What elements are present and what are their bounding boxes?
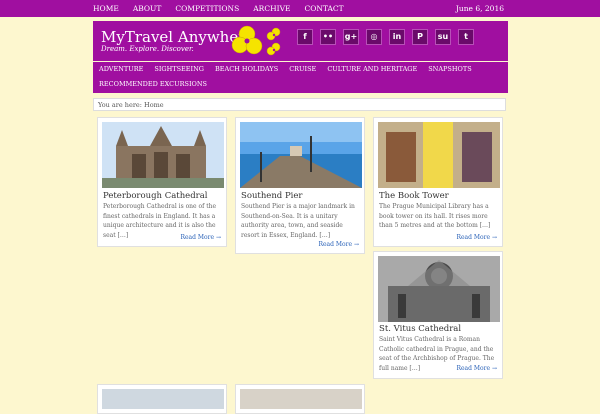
post-thumbnail[interactable] bbox=[240, 122, 362, 188]
nav-sightseeing[interactable]: SIGHTSEEING bbox=[154, 62, 204, 77]
top-nav-competitions[interactable]: COMPETITIONS bbox=[175, 0, 239, 17]
post-thumbnail[interactable] bbox=[378, 122, 500, 188]
nav-culture-and-heritage[interactable]: CULTURE AND HERITAGE bbox=[327, 62, 417, 77]
post-thumbnail[interactable] bbox=[240, 389, 362, 409]
post-title[interactable]: Peterborough Cathedral bbox=[103, 191, 208, 201]
google-plus-icon[interactable]: g+ bbox=[343, 29, 359, 45]
clover-logo-icon bbox=[231, 25, 281, 56]
post-title[interactable]: Southend Pier bbox=[241, 191, 302, 201]
stumbleupon-icon[interactable]: su bbox=[435, 29, 451, 45]
main-nav: ADVENTURE SIGHTSEEING BEACH HOLIDAYS CRU… bbox=[93, 62, 508, 93]
post-title[interactable]: The Book Tower bbox=[379, 191, 449, 201]
nav-adventure[interactable]: ADVENTURE bbox=[99, 62, 143, 77]
post-card: Southend Pier Southend Pier is a major l… bbox=[235, 117, 365, 254]
post-card: Peterborough Cathedral Peterborough Cath… bbox=[97, 117, 227, 247]
top-nav-about[interactable]: ABOUT bbox=[133, 0, 162, 17]
post-excerpt: Southend Pier is a major landmark in Sou… bbox=[241, 203, 355, 239]
post-thumbnail[interactable] bbox=[102, 122, 224, 188]
top-nav-contact[interactable]: CONTACT bbox=[304, 0, 343, 17]
post-card: The Book Tower The Prague Municipal Libr… bbox=[373, 117, 503, 247]
post-card bbox=[97, 384, 227, 414]
post-thumbnail[interactable] bbox=[102, 389, 224, 409]
facebook-icon[interactable]: f bbox=[297, 29, 313, 45]
post-card: St. Vitus Cathedral Saint Vitus Cathedra… bbox=[373, 251, 503, 379]
nav-cruise[interactable]: CRUISE bbox=[289, 62, 316, 77]
post-title[interactable]: St. Vitus Cathedral bbox=[379, 324, 461, 334]
site-tagline: Dream. Explore. Discover. bbox=[101, 45, 194, 53]
breadcrumb: You are here: Home bbox=[93, 98, 506, 111]
flickr-icon[interactable]: •• bbox=[320, 29, 336, 45]
read-more-link[interactable]: Read More → bbox=[456, 365, 497, 372]
linkedin-icon[interactable]: in bbox=[389, 29, 405, 45]
social-icons: f •• g+ ◎ in P su t bbox=[297, 29, 481, 45]
top-nav-archive[interactable]: ARCHIVE bbox=[253, 0, 290, 17]
post-card bbox=[235, 384, 365, 414]
top-nav: HOME ABOUT COMPETITIONS ARCHIVE CONTACT bbox=[93, 0, 358, 17]
top-nav-home[interactable]: HOME bbox=[93, 0, 119, 17]
instagram-icon[interactable]: ◎ bbox=[366, 29, 382, 45]
nav-beach-holidays[interactable]: BEACH HOLIDAYS bbox=[215, 62, 278, 77]
read-more-link[interactable]: Read More → bbox=[318, 241, 359, 248]
post-excerpt: The Prague Municipal Library has a book … bbox=[379, 203, 491, 229]
site-header: MyTravel Anywhere Dream. Explore. Discov… bbox=[93, 21, 508, 61]
read-more-link[interactable]: Read More → bbox=[180, 234, 221, 241]
pinterest-icon[interactable]: P bbox=[412, 29, 428, 45]
current-date: June 6, 2016 bbox=[455, 4, 504, 13]
nav-snapshots[interactable]: SNAPSHOTS bbox=[428, 62, 471, 77]
read-more-link[interactable]: Read More → bbox=[456, 234, 497, 241]
nav-recommended-excursions[interactable]: RECOMMENDED EXCURSIONS bbox=[99, 77, 207, 92]
twitter-icon[interactable]: t bbox=[458, 29, 474, 45]
post-thumbnail[interactable] bbox=[378, 256, 500, 322]
